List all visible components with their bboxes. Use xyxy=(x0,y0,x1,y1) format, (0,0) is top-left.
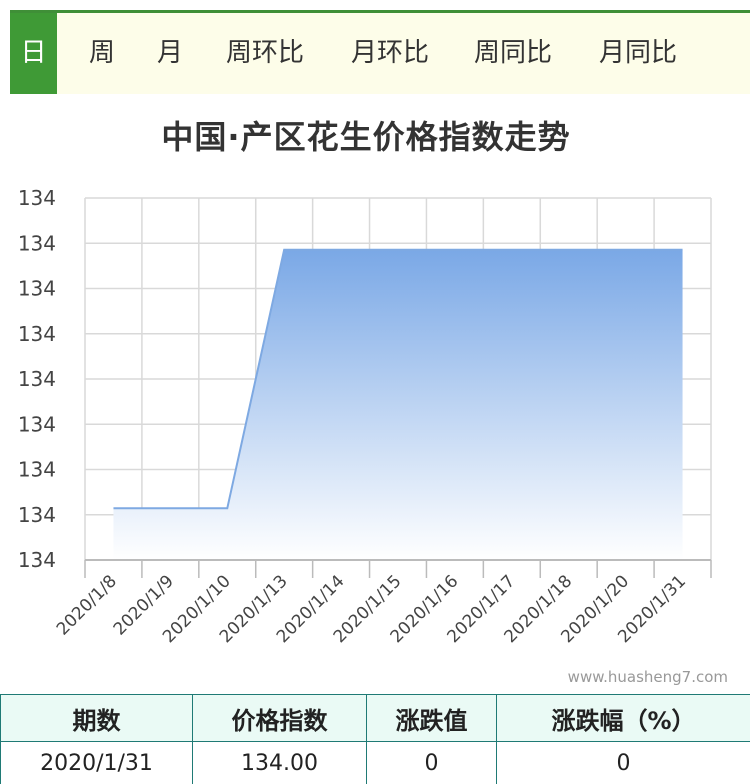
tab-month-over-month[interactable]: 月环比 xyxy=(340,13,440,94)
header-change-percent: 涨跌幅（%） xyxy=(496,694,750,742)
price-index-table: 期数 价格指数 涨跌值 涨跌幅（%） 2020/1/31 134.00 0 0 xyxy=(0,694,750,784)
y-tick-label: 134 xyxy=(18,231,56,255)
price-index-chart: 134 134 134 134 134 134 134 134 134 2020/1/82020… xyxy=(18,186,712,647)
tab-week-over-week[interactable]: 周环比 xyxy=(215,13,315,94)
y-tick-label: 134 xyxy=(18,367,56,391)
y-tick-labels: 134 134 134 134 134 134 134 134 134 xyxy=(18,186,56,572)
cell-period: 2020/1/31 xyxy=(0,741,193,784)
y-tick-label: 134 xyxy=(18,186,56,210)
tab-month[interactable]: 月 xyxy=(140,13,200,94)
x-tick-label: 2020/1/8 xyxy=(53,571,121,639)
header-change-value: 涨跌值 xyxy=(366,694,497,742)
period-tab-bar: 日 周 月 周环比 月环比 周同比 月同比 xyxy=(10,10,750,94)
y-tick-label: 134 xyxy=(18,277,56,301)
y-tick-label: 134 xyxy=(18,412,56,436)
tab-week[interactable]: 周 xyxy=(72,13,132,94)
page: 日 周 月 周环比 月环比 周同比 月同比 中国·产区花生价格指数走势 134 1… xyxy=(0,0,750,784)
chart-title: 中国·产区花生价格指数走势 xyxy=(161,118,571,156)
x-tick-labels: 2020/1/82020/1/92020/1/102020/1/132020/1… xyxy=(53,571,690,647)
y-tick-label: 134 xyxy=(18,503,56,527)
header-price-index: 价格指数 xyxy=(192,694,367,742)
tab-month-year-over-year[interactable]: 月同比 xyxy=(588,13,688,94)
watermark: www.huasheng7.com xyxy=(567,668,728,686)
y-tick-label: 134 xyxy=(18,458,56,482)
tab-week-year-over-year[interactable]: 周同比 xyxy=(463,13,563,94)
table-row: 2020/1/31 134.00 0 0 xyxy=(0,741,750,784)
header-period: 期数 xyxy=(0,694,193,742)
table-header-row: 期数 价格指数 涨跌值 涨跌幅（%） xyxy=(0,694,750,742)
y-tick-label: 134 xyxy=(18,322,56,346)
cell-change-percent: 0 xyxy=(496,741,750,784)
tab-day[interactable]: 日 xyxy=(10,13,57,94)
y-tick-label: 134 xyxy=(18,548,56,572)
cell-price-index: 134.00 xyxy=(192,741,367,784)
cell-change-value: 0 xyxy=(366,741,497,784)
